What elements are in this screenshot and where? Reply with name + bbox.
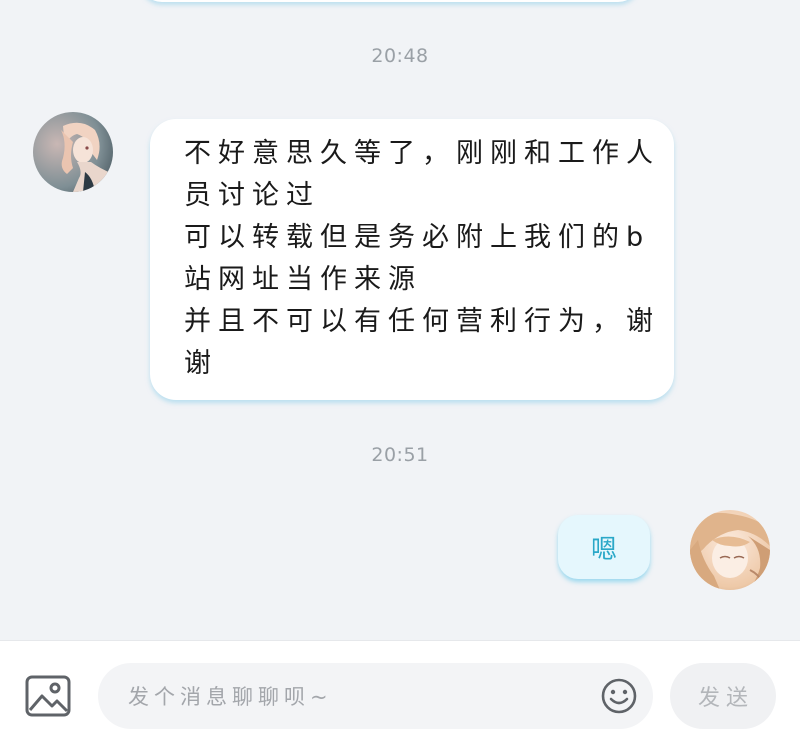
send-image-button[interactable] <box>24 674 72 718</box>
previous-message-bubble <box>140 0 640 2</box>
message-input[interactable] <box>126 663 590 731</box>
incoming-message-bubble[interactable]: 不好意思久等了，刚刚和工作人 员讨论过 可以转载但是务必附上我们的b 站网址当作… <box>150 119 674 400</box>
avatar-girl-icon <box>33 112 113 192</box>
message-timestamp: 20:51 <box>371 444 429 466</box>
image-icon <box>25 675 71 717</box>
user-avatar[interactable] <box>690 510 770 590</box>
message-text-line: 员讨论过 <box>184 180 320 211</box>
message-text-line: 站网址当作来源 <box>184 264 422 295</box>
chat-message-list[interactable]: 20:48 不好意思久等了，刚刚和工作人 员讨论过 可以转载但是务必附上我们的b… <box>0 0 800 640</box>
message-text-line: 不好意思久等了，刚刚和工作人 <box>184 138 660 169</box>
emoji-icon <box>601 678 637 714</box>
message-text-line: 可以转载但是务必附上我们的b <box>184 222 651 253</box>
message-input-container <box>98 663 653 731</box>
send-button[interactable]: 发送 <box>670 663 776 729</box>
outgoing-message-bubble[interactable]: 嗯 <box>558 515 650 579</box>
emoji-button[interactable] <box>600 677 638 715</box>
message-text-line: 谢 <box>184 348 218 379</box>
contact-avatar[interactable] <box>33 112 113 192</box>
message-text-line: 并且不可以有任何营利行为，谢 <box>184 306 660 337</box>
message-composer: 发送 <box>0 640 800 749</box>
avatar-user-icon <box>690 510 770 590</box>
message-text: 嗯 <box>590 534 617 565</box>
message-timestamp: 20:48 <box>371 45 429 67</box>
